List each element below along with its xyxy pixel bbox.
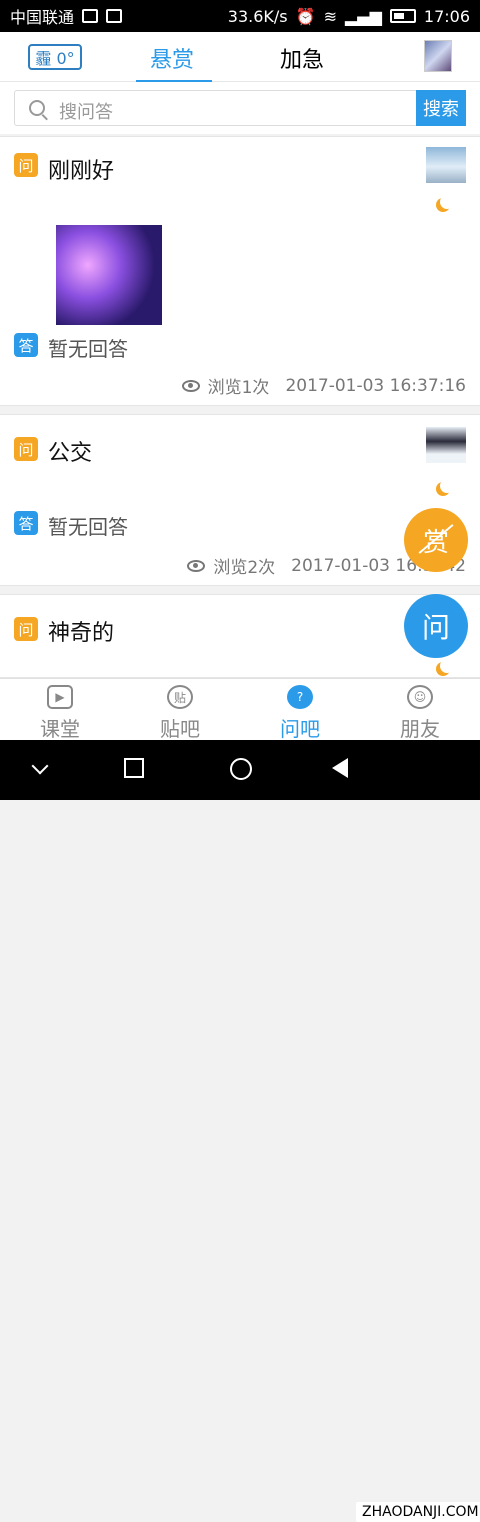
answer-status: 暂无回答 [48,337,128,361]
eye-icon [181,379,200,392]
hide-keyboard-icon[interactable] [31,757,49,775]
search-input[interactable]: 搜问答 [14,90,466,126]
post-timestamp: 2017-01-03 16:37:16 [285,375,466,396]
battery-icon [389,9,416,23]
eye-icon [187,559,206,572]
nav-label: 贴吧 [160,717,200,741]
user-avatar[interactable] [424,40,452,72]
nav-label: 问吧 [280,717,320,741]
watermark: ZHAODANJI.COM [356,1502,480,1522]
clock: 17:06 [423,6,470,26]
nav-label: 课堂 [40,717,80,741]
question-badge: 问 [14,153,38,177]
system-nav-bar: ZHAODANJI.COM [0,740,480,1522]
asker-avatar[interactable] [426,427,466,463]
question-title[interactable]: 刚刚好 [48,153,114,185]
question-badge: 问 [14,617,38,641]
asker-avatar[interactable] [426,147,466,183]
home-icon[interactable] [230,758,252,780]
ask-glyph: 问 [421,611,450,644]
post-icon: 贴 [167,685,193,709]
bottom-navigation: ▶ 课堂 贴 贴吧 ? 问吧 ☺ 朋友 [0,678,480,742]
nav-label: 朋友 [400,717,440,741]
moon-icon [440,479,454,493]
image-icon [106,9,123,23]
signal-icon: ▂▄▆ [344,6,382,26]
status-bar: 中国联通 33.6K/s ⏰ ≋ ▂▄▆ 17:06 [0,0,480,32]
recent-apps-icon[interactable] [124,758,144,778]
notification-icon [82,9,99,23]
question-badge: 问 [14,437,38,461]
post-meta: 浏览1次 2017-01-03 16:37:16 [181,373,466,398]
network-speed: 33.6K/s [227,6,288,26]
search-button[interactable]: 搜索 [416,90,466,126]
wifi-icon: ≋ [323,6,337,26]
question-card[interactable]: 问 刚刚好 答 暂无回答 浏览1次 2017-01-03 16:37:16 [0,136,480,406]
question-title[interactable]: 公交 [48,435,92,467]
question-icon: ? [287,685,313,709]
question-title[interactable]: 神奇的 [48,615,114,647]
view-count: 浏览2次 [213,558,276,578]
top-navigation: 霾 0° 悬赏 加急 [0,32,480,83]
carrier-label: 中国联通 [10,8,75,27]
view-count: 浏览1次 [207,378,270,398]
nav-item-forum[interactable]: 贴 贴吧 [120,685,240,742]
tab-urgent[interactable]: 加急 [280,42,324,80]
ask-question-fab[interactable]: 问 [404,594,468,658]
nav-item-classroom[interactable]: ▶ 课堂 [0,685,120,742]
back-icon[interactable] [332,758,348,778]
search-bar: 搜问答 搜索 [0,82,480,134]
tab-reward[interactable]: 悬赏 [135,42,213,83]
alarm-icon: ⏰ [295,6,316,26]
moon-icon [440,659,454,673]
answer-status: 暂无回答 [48,515,128,539]
answer-badge: 答 [14,333,38,357]
friends-icon: ☺ [407,685,433,709]
search-icon [29,100,45,116]
search-placeholder: 搜问答 [59,102,113,123]
moon-icon [440,195,454,209]
reward-fab[interactable]: 赏 [404,508,468,572]
question-card[interactable]: 问 公交 答 暂无回答 浏览2次 2017-01-03 16:3..42 [0,414,480,586]
weather-badge[interactable]: 霾 0° [28,44,82,70]
question-image[interactable] [56,225,162,325]
answer-badge: 答 [14,511,38,535]
nav-item-friends[interactable]: ☺ 朋友 [360,685,480,742]
video-icon: ▶ [47,685,73,709]
nav-item-qa[interactable]: ? 问吧 [240,685,360,742]
